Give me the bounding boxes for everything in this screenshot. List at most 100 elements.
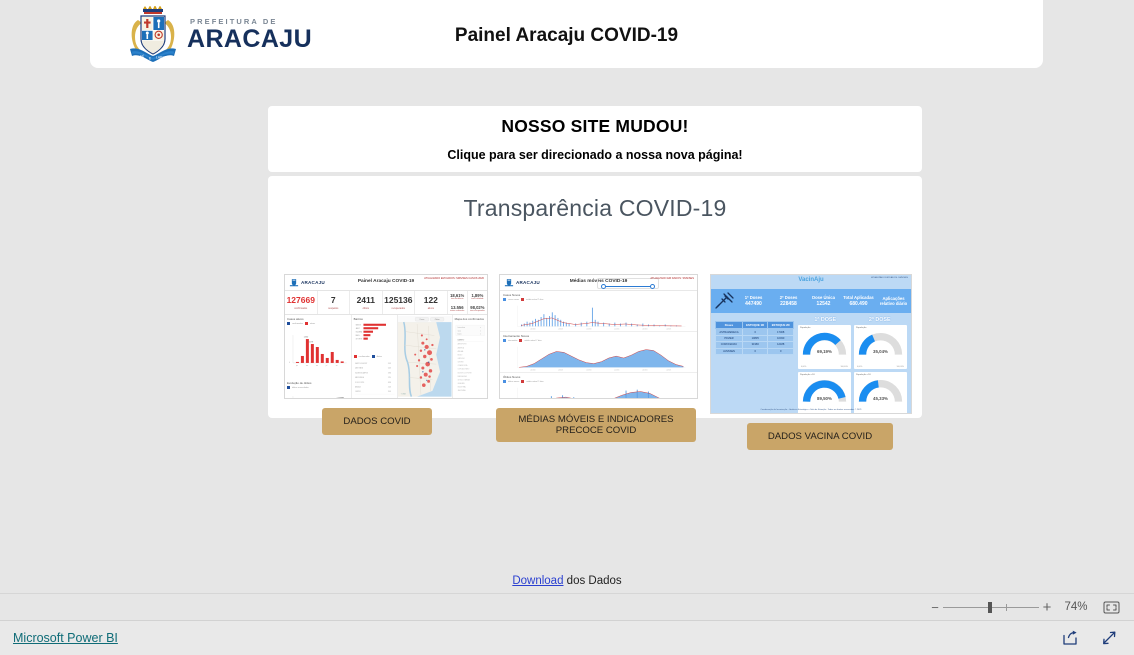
- svg-text:FAROL.: FAROL.: [355, 334, 360, 337]
- zoom-slider[interactable]: [943, 601, 1039, 613]
- legend-text: óbitos novos: [508, 380, 520, 383]
- chart-legend: confirmados óbitos: [353, 355, 395, 358]
- confirmados-slicer-list[interactable]: faixa etária ▾ sexo ▾ bairro ▾ BAIRRO AEROP…: [455, 322, 485, 396]
- aracaju-case-map[interactable]: Casos Óbitos © OSM: [398, 315, 452, 398]
- zoom-in-button[interactable]: +: [1039, 599, 1055, 616]
- dose-header: 2ª DOSE: [868, 317, 891, 323]
- evolucao-obitos-line-chart: abr/20jul/20 out/20jan/21: [292, 396, 344, 398]
- thumb1-meta: ATUALIZADO EM DADOS: SMS/SES CASOS 2020: [424, 277, 484, 280]
- legend-text: óbitos: [376, 355, 382, 358]
- svg-text:CENTRO: CENTRO: [355, 391, 362, 393]
- dados-covid-button[interactable]: DADOS COVID: [322, 408, 432, 435]
- microsoft-power-bi-link[interactable]: Microsoft Power BI: [13, 631, 118, 645]
- gauge-min: 0,00%: [800, 412, 807, 414]
- svg-text:JABOTIANA: JABOTIANA: [457, 389, 465, 392]
- gauge-dose1-populacao: População 69,19% 0,00% 100,00%: [797, 325, 851, 369]
- share-icon[interactable]: [1062, 630, 1079, 646]
- kpi-mini: 13.556 testes realizados: [448, 302, 468, 314]
- thumb1-map-column: Casos Óbitos © OSM: [398, 315, 453, 398]
- svg-text:BUGIO: BUGIO: [457, 354, 462, 356]
- kpi-value: 122: [423, 294, 438, 305]
- panel-label: Bairros: [353, 317, 363, 321]
- svg-text:set: set: [336, 364, 338, 367]
- gauge-footer: 0,00% 100,00%: [800, 412, 848, 414]
- legend-swatch: [287, 322, 290, 325]
- gauge-value: 45,33%: [873, 396, 888, 401]
- chart-legend: óbitos novos média móvel 7 dias: [503, 380, 694, 383]
- legend-text: casos novos: [508, 298, 520, 301]
- brand-main: Vacin: [798, 277, 815, 283]
- zoom-percent-label: 74%: [1064, 601, 1088, 613]
- svg-text:abr/2020: abr/2020: [530, 329, 535, 331]
- kpi-label: óbitos: [362, 306, 369, 310]
- svg-text:mai: mai: [316, 365, 319, 367]
- site-moved-banner[interactable]: NOSSO SITE MUDOU! Clique para ser direci…: [268, 106, 922, 172]
- download-line: Download dos Dados: [0, 575, 1134, 587]
- vacina-kpi: Aplicações relativo diário: [876, 296, 911, 306]
- svg-text:jan/2021: jan/2021: [613, 370, 619, 372]
- legend-text: óbitos acumulados: [292, 386, 309, 389]
- svg-text:out/2020: out/2020: [586, 328, 591, 331]
- svg-text:jan: jan: [295, 365, 298, 367]
- powerbi-footer: Microsoft Power BI: [0, 620, 1134, 655]
- legend-swatch: [503, 339, 506, 342]
- kpi-value: 12542: [816, 301, 831, 308]
- dados-vacina-button[interactable]: DADOS VACINA COVID: [747, 423, 893, 450]
- thumbnail-dados-covid[interactable]: ARACAJU Painel Aracaju COVID-19 ATUALIZA…: [284, 274, 488, 399]
- thumbnail-dados-vacina[interactable]: VacinAju ATUALIZADO EM DADOS: SMS/SES 1ª…: [710, 274, 912, 414]
- dose-headers: 1ª DOSE 2ª DOSE: [798, 317, 907, 323]
- fullscreen-icon[interactable]: [1101, 630, 1118, 646]
- vacina-kpi: Dose Única 12542: [806, 295, 841, 308]
- zoom-slider-handle[interactable]: [988, 602, 992, 613]
- brand-accent: Aju: [814, 277, 824, 283]
- gauge-max: 100,00%: [840, 365, 848, 368]
- kpi-label: Aplicações relativo diário: [879, 296, 908, 306]
- legend-swatch: [503, 380, 506, 383]
- panel-label: Casos ativos: [287, 317, 304, 321]
- kpi-card: 122 ativos: [415, 291, 448, 314]
- svg-text:jul/2020: jul/2020: [557, 329, 563, 331]
- casos-ativos-bar-chart: 1430 1179 0 jan mar mai jul set: [289, 335, 347, 367]
- legend-text: ativos: [309, 322, 316, 325]
- svg-text:jul/2021: jul/2021: [666, 370, 672, 372]
- slider-knob-end[interactable]: [650, 283, 655, 289]
- legend-swatch: [521, 298, 525, 301]
- kpi-value: 7: [330, 294, 336, 305]
- svg-text:CAPUCHO: CAPUCHO: [457, 357, 465, 360]
- svg-text:1179: 1179: [309, 342, 314, 344]
- chart-legend: internados média móvel 7 dias: [503, 339, 694, 342]
- bairros-table-list: SANTOS DUMONT 8102 JABOTIANA 6420 SIQUEIRA…: [355, 362, 395, 395]
- thumb1-kpi-row: 127669 confirmados 7 suspeitos 2411 óbit…: [285, 291, 487, 315]
- footer-actions: [1062, 630, 1118, 646]
- svg-text:BAIRRO: BAIRRO: [457, 338, 464, 341]
- chart-legend: casos novos média móvel 7 dias: [503, 298, 694, 301]
- zoom-out-button[interactable]: −: [927, 600, 943, 615]
- medias-moveis-button[interactable]: MÉDIAS MÓVEIS E INDICADORES PRECOCE COVI…: [496, 408, 696, 442]
- dashboard-tiles-row: ARACAJU Painel Aracaju COVID-19 ATUALIZA…: [268, 222, 922, 450]
- thumb1-bairros-column: Bairros SANTOS JABOT. SIQUEIRA FAROL. 18 F…: [352, 315, 399, 398]
- svg-text:SANTOS DUMONT: SANTOS DUMONT: [355, 362, 367, 365]
- zoom-toolbar: − + 74%: [900, 594, 1134, 620]
- svg-text:COROA DO MEIO: COROA DO MEIO: [457, 368, 469, 371]
- kpi-mini: 1,89% taxa letalidade: [468, 291, 487, 303]
- chart-block-casos-novos: Casos Novos casos novos média móvel 7 di…: [500, 291, 697, 332]
- download-link[interactable]: Download: [512, 575, 563, 587]
- gauge-max: 100,00%: [896, 412, 904, 414]
- banner-title: NOSSO SITE MUDOU!: [501, 116, 689, 136]
- svg-text:18 FORTE: 18 FORTE: [355, 338, 361, 340]
- kpi-mini-label: taxa letalidade: [471, 298, 484, 301]
- fit-to-page-icon[interactable]: [1103, 601, 1120, 614]
- thumb1-body: Casos ativos confirmados ativos 1430 117…: [285, 315, 487, 398]
- vacina-gauges: 1ª DOSE 2ª DOSE População 69,19% 0,00% 1…: [797, 317, 907, 413]
- slider-knob-start[interactable]: [601, 283, 606, 289]
- banner-subtitle: Clique para ser direcionado a nossa nova…: [447, 148, 743, 162]
- vacina-kpi: 2ª Doses 228458: [771, 295, 806, 308]
- estoque-table-wrap: Doses ESTOQUE 1D ESTOQUE 2D ASTRAZENECA …: [715, 317, 794, 409]
- legend-text: confirmados: [292, 322, 303, 325]
- gauge-footer: 0,00% 100,00%: [801, 366, 848, 368]
- thumbnail-medias-moveis[interactable]: ARACAJU Médias móveis COVID-19 ATUALIZAD…: [499, 274, 698, 399]
- legend-swatch: [521, 380, 525, 383]
- download-suffix: dos Dados: [563, 575, 622, 587]
- svg-text:4120: 4120: [388, 387, 391, 389]
- svg-text:abr/2021: abr/2021: [642, 329, 647, 331]
